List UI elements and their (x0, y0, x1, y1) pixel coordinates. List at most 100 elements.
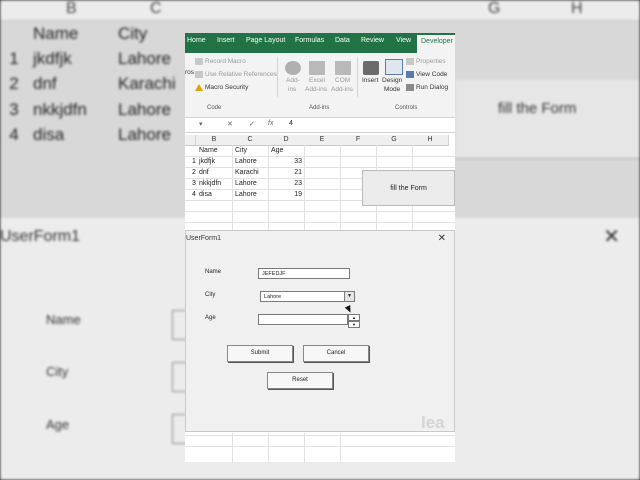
column-header-f[interactable]: F (340, 135, 377, 146)
cell-row-number[interactable]: 1 (192, 157, 196, 167)
bg-col-g: G (488, 0, 501, 17)
cancel-formula-icon[interactable]: ✕ (227, 120, 233, 128)
userform-dialog: UserForm1 ✕ Name JEFEDJF City Lahore ▼ A… (185, 230, 455, 432)
view-code-label: View Code (416, 71, 448, 79)
bg-row-num: 1 (9, 49, 19, 68)
name-box-dropdown-icon[interactable]: ▾ (199, 120, 203, 128)
cancel-button[interactable]: Cancel (303, 345, 369, 362)
cell-age[interactable]: 23 (271, 179, 302, 189)
code-group-label: Code (207, 105, 222, 111)
dialog-title: UserForm1 (186, 235, 222, 242)
tab-insert[interactable]: Insert (217, 37, 235, 44)
tab-formulas[interactable]: Formulas (295, 37, 324, 44)
macro-security-label: Macro Security (205, 84, 249, 92)
enter-formula-icon[interactable]: ✓ (249, 120, 255, 128)
submit-button[interactable]: Submit (227, 345, 293, 362)
cell-row-number[interactable]: 3 (192, 179, 196, 189)
cell-name[interactable]: jkdfjk (199, 157, 215, 167)
name-input[interactable]: JEFEDJF (258, 268, 350, 279)
formula-input[interactable]: 4 (289, 120, 293, 127)
bg-row-city: Lahore (118, 100, 171, 119)
tab-view[interactable]: View (396, 37, 411, 44)
com-addins-label-2[interactable]: Add-ins (331, 86, 353, 93)
insert-controls-button[interactable]: Insert (362, 77, 378, 84)
record-macro-icon (195, 58, 203, 65)
tab-data[interactable]: Data (335, 37, 350, 44)
tab-review[interactable]: Review (361, 37, 384, 44)
column-header-d[interactable]: D (268, 135, 305, 146)
addins-group-label: Add-ins (309, 105, 330, 111)
reset-button[interactable]: Reset (267, 372, 333, 389)
cell-header-city[interactable]: City (235, 146, 247, 156)
cell-age[interactable]: 21 (271, 168, 302, 178)
cell-row-number[interactable]: 2 (192, 168, 196, 178)
bg-row-city: Lahore (118, 49, 171, 68)
cell-age[interactable]: 19 (271, 190, 302, 200)
close-icon[interactable]: ✕ (438, 233, 446, 244)
column-header-h[interactable]: H (412, 135, 449, 146)
excel-addins-label[interactable]: Excel (309, 77, 325, 84)
addins-label-2[interactable]: ins (288, 86, 296, 93)
use-relative-references-button[interactable]: Use Relative References (195, 71, 277, 78)
cell-header-name[interactable]: Name (199, 146, 218, 156)
design-mode-icon (385, 59, 403, 75)
tab-home[interactable]: Home (187, 37, 206, 44)
bg-col-c: C (150, 0, 162, 17)
gridline (340, 433, 341, 462)
use-relative-label: Use Relative References (205, 71, 277, 79)
bg-label-age: Age (46, 417, 70, 432)
insert-function-icon[interactable]: fx (268, 120, 273, 127)
fill-the-form-button[interactable]: fill the Form (362, 170, 455, 206)
cell-name[interactable]: dnf (199, 168, 209, 178)
city-selected-value: Lahore (264, 294, 282, 300)
record-macro-button[interactable]: Record Macro (195, 58, 246, 65)
spin-up-icon[interactable]: ▲ (348, 314, 360, 321)
cell-city[interactable]: Lahore (235, 190, 257, 200)
tab-developer[interactable]: Developer (417, 35, 455, 53)
macros-button-label[interactable]: ros (185, 69, 194, 76)
chevron-down-icon[interactable]: ▼ (344, 292, 354, 301)
excel-addins-label-2[interactable]: Add-ins (305, 86, 327, 93)
gridline (185, 222, 455, 223)
cell-name[interactable]: nkkjdfn (199, 179, 221, 189)
divider (357, 57, 358, 97)
mouse-cursor-icon (344, 305, 354, 314)
age-input[interactable] (258, 314, 348, 325)
gridline (185, 167, 455, 168)
cell-age[interactable]: 33 (271, 157, 302, 167)
macro-security-button[interactable]: Macro Security (195, 84, 248, 91)
cell-name[interactable]: disa (199, 190, 212, 200)
cell-row-number[interactable]: 4 (192, 190, 196, 200)
insert-controls-icon (363, 61, 379, 75)
tab-page-layout[interactable]: Page Layout (246, 37, 285, 44)
bg-col-b: B (66, 0, 77, 17)
column-header-b[interactable]: B (196, 135, 233, 146)
design-mode-button[interactable]: Design (382, 77, 402, 84)
run-dialog-button[interactable]: Run Dialog (406, 84, 448, 91)
addins-label[interactable]: Add- (286, 77, 300, 84)
run-dialog-icon (406, 84, 414, 91)
column-header-c[interactable]: C (232, 135, 269, 146)
design-mode-label-2[interactable]: Mode (384, 86, 400, 93)
gridline (185, 446, 455, 447)
gridline (304, 433, 305, 462)
cell-header-age[interactable]: Age (271, 146, 283, 156)
background-column-header: B C G H (0, 0, 640, 21)
cell-city[interactable]: Lahore (235, 179, 257, 189)
bg-header-name: Name (33, 24, 79, 43)
spin-down-icon[interactable]: ▼ (348, 321, 360, 328)
properties-button[interactable]: Properties (406, 58, 446, 65)
column-header-g[interactable]: G (376, 135, 413, 146)
cell-city[interactable]: Karachi (235, 168, 259, 178)
view-code-icon (406, 71, 414, 78)
row-header-corner (185, 135, 196, 146)
com-addins-label[interactable]: COM (335, 77, 350, 84)
cell-city[interactable]: Lahore (235, 157, 257, 167)
column-header-e[interactable]: E (304, 135, 341, 146)
run-dialog-label: Run Dialog (416, 84, 449, 92)
name-label: Name (205, 269, 222, 275)
ribbon-developer: ros Record Macro Use Relative References… (185, 53, 455, 118)
view-code-button[interactable]: View Code (406, 71, 447, 78)
city-combobox[interactable]: Lahore ▼ (260, 291, 355, 302)
warning-icon (195, 84, 203, 91)
